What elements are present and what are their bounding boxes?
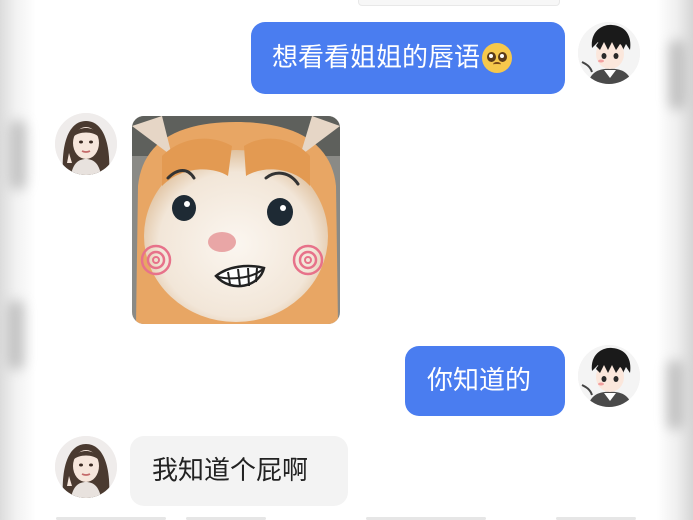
cat-sticker[interactable] bbox=[132, 116, 340, 324]
self-avatar[interactable] bbox=[578, 345, 640, 407]
message-text: 我知道个屁啊 bbox=[152, 456, 309, 486]
contact-avatar[interactable] bbox=[55, 113, 117, 175]
previous-message-edge bbox=[358, 0, 560, 6]
contact-avatar[interactable] bbox=[55, 436, 117, 498]
message-bubble-incoming[interactable]: 我知道个屁啊 bbox=[130, 436, 348, 506]
right-edge-blur bbox=[657, 0, 693, 520]
message-bubble-outgoing[interactable]: 你知道的 bbox=[405, 346, 565, 416]
next-message-edge bbox=[36, 516, 657, 520]
message-text: 想看看姐姐的唇语 bbox=[272, 43, 481, 73]
pleading-face-emoji-icon bbox=[482, 43, 513, 73]
message-bubble-outgoing[interactable]: 想看看姐姐的唇语 bbox=[251, 22, 565, 94]
message-text: 你知道的 bbox=[427, 366, 532, 396]
left-edge-blur bbox=[0, 0, 36, 520]
self-avatar[interactable] bbox=[578, 22, 640, 84]
